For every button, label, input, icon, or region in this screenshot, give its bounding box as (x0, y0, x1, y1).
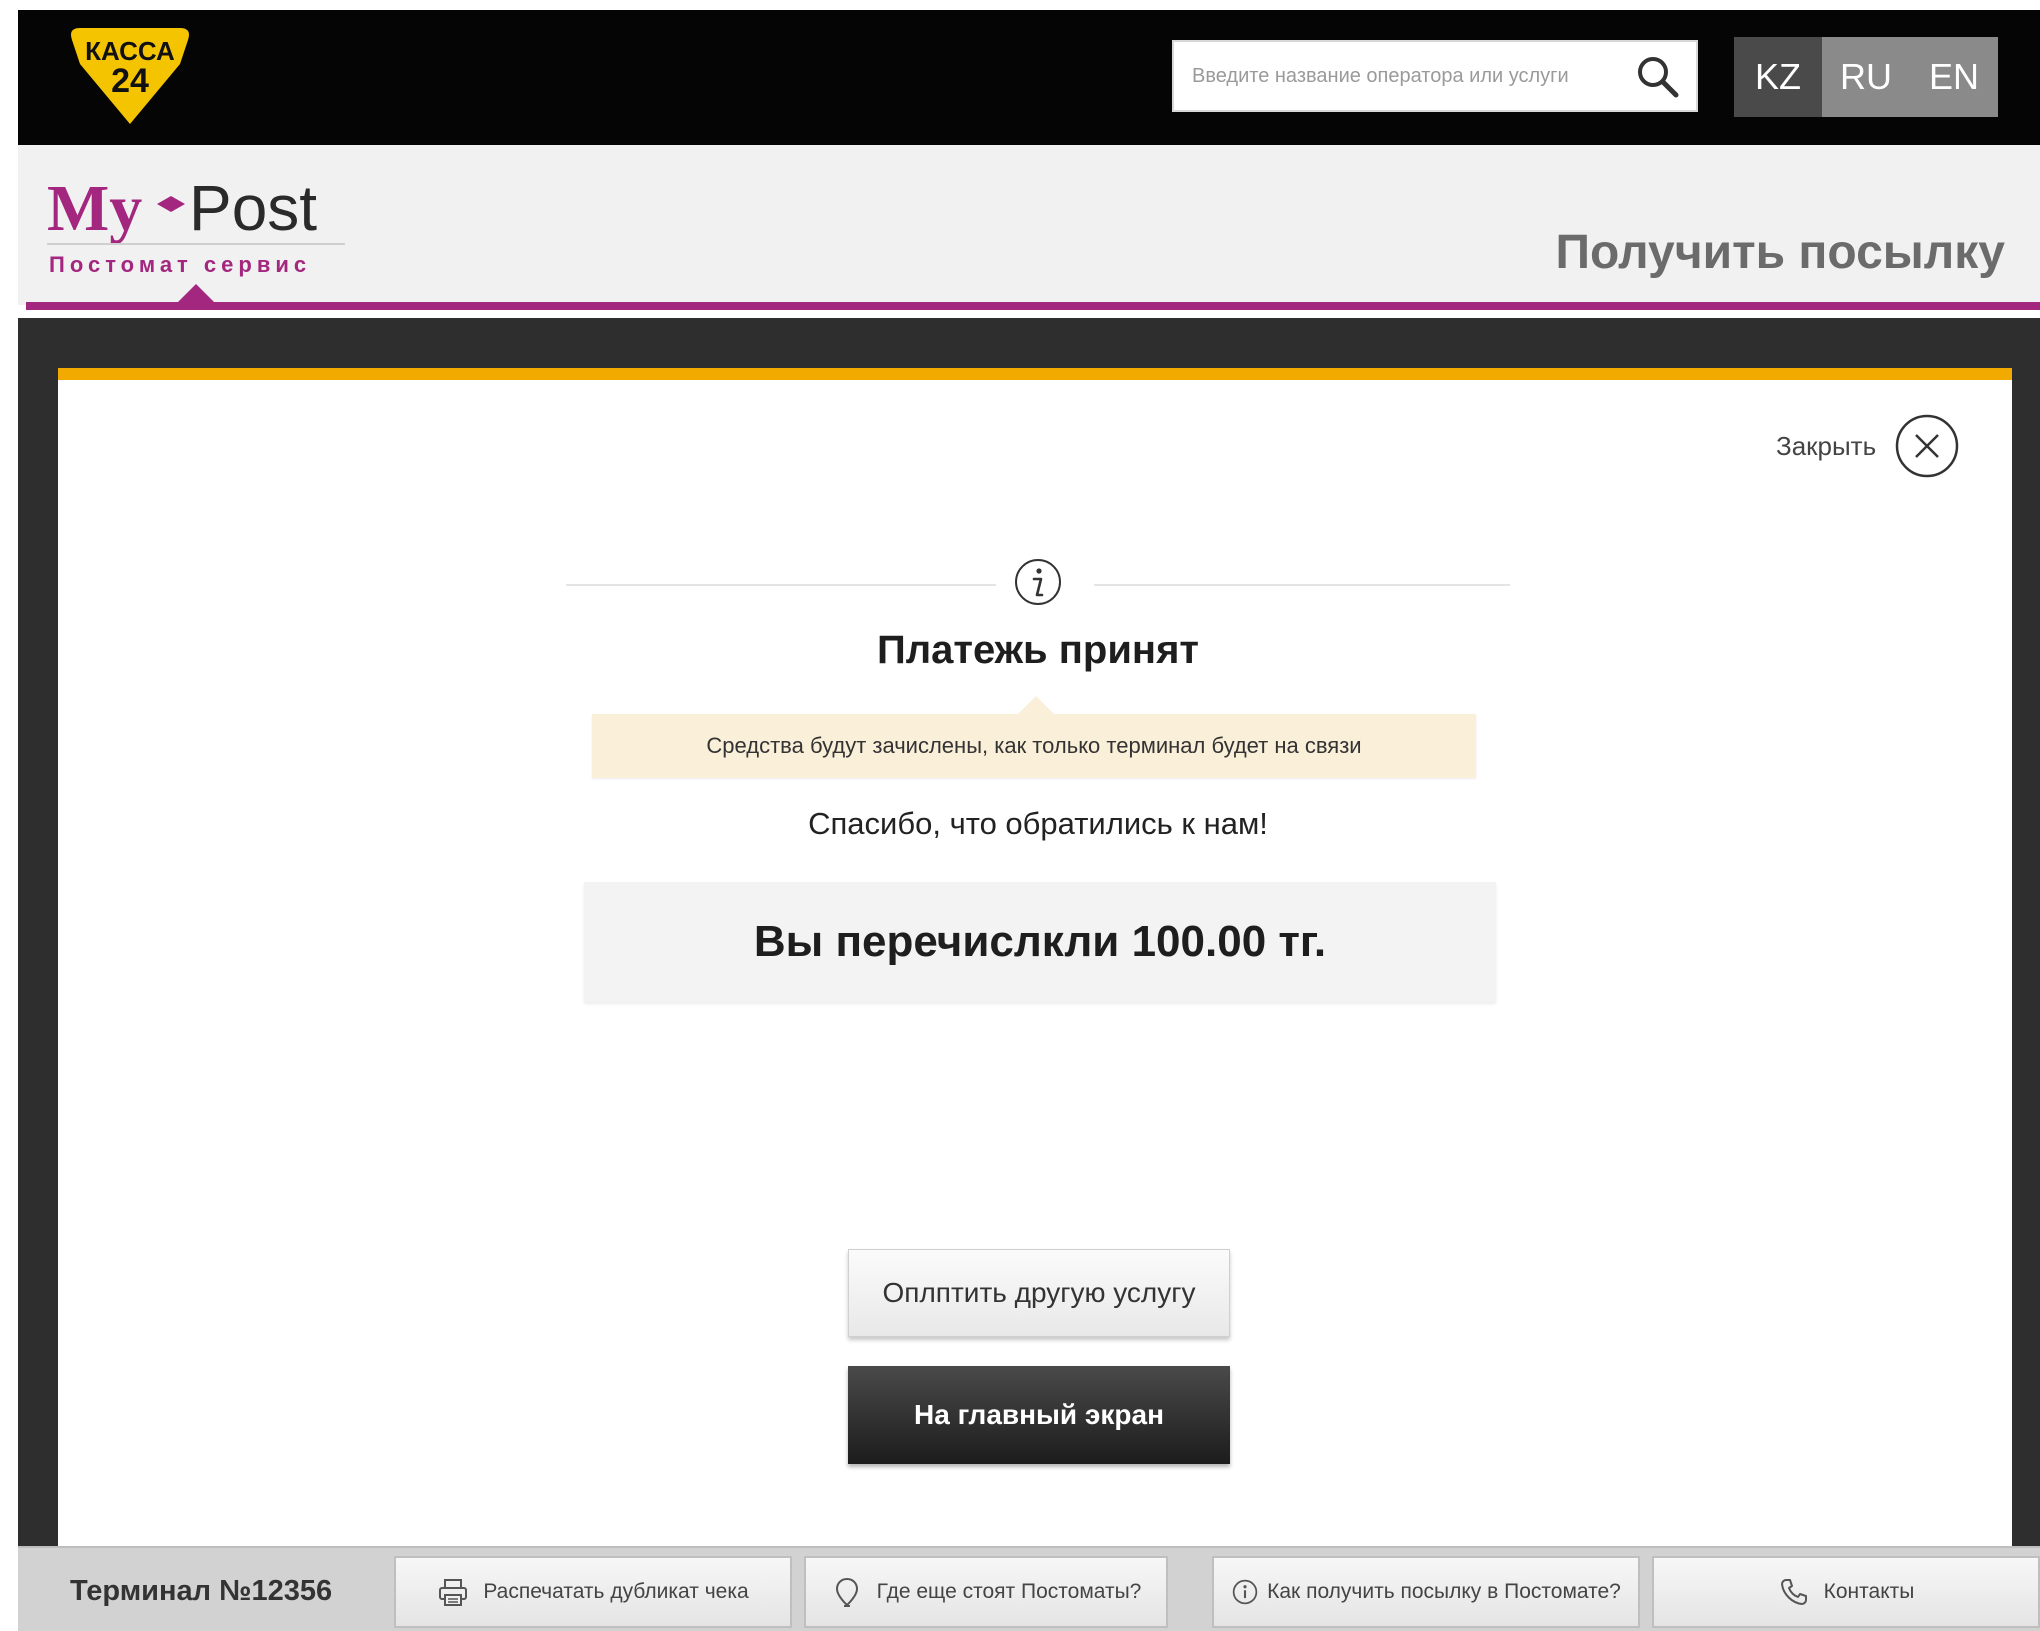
close-label: Закрыть (1776, 430, 1877, 461)
page-title: Получить посылку (1555, 226, 2005, 279)
thanks-message: Спасибо, что обратились к нам! (808, 806, 1268, 841)
search-box (1172, 40, 1698, 112)
brand-post: Post (189, 172, 317, 244)
header-notch (176, 284, 216, 304)
kassa-logo-line2: 24 (111, 62, 149, 100)
info-icon (1015, 559, 1061, 605)
postomat-locations-button[interactable]: Где еще стоят Постоматы? (804, 1556, 1168, 1628)
envelope-icon (157, 196, 185, 212)
print-receipt-label: Распечатать дубликат чека (483, 1580, 749, 1603)
terminal-number: Терминал №12356 (70, 1575, 333, 1607)
lang-kz-button[interactable]: KZ (1734, 37, 1822, 117)
mypost-logo[interactable]: My Post Постомат сервис (45, 160, 365, 300)
printer-icon (439, 1579, 468, 1606)
info-divider-left (566, 584, 996, 586)
info-divider-right (1094, 584, 1510, 586)
print-receipt-button[interactable]: Распечатать дубликат чека (394, 1556, 792, 1628)
lang-ru-button[interactable]: RU (1822, 37, 1910, 117)
location-pin-icon (835, 1577, 858, 1607)
how-to-receive-label: Как получить посылку в Постомате? (1267, 1580, 1621, 1603)
header-divider (26, 302, 2040, 310)
contacts-label: Контакты (1823, 1580, 1915, 1603)
info-icon (1232, 1579, 1258, 1605)
notice-pointer (1018, 696, 1054, 714)
brand-my: My (47, 172, 142, 245)
search-icon[interactable] (1632, 52, 1684, 100)
postomat-locations-label: Где еще стоят Постоматы? (876, 1580, 1142, 1603)
close-button[interactable]: Закрыть (1776, 413, 1960, 479)
kassa24-logo[interactable]: КАССА 24 (62, 20, 198, 132)
lang-en-button[interactable]: EN (1910, 37, 1998, 117)
search-input[interactable] (1192, 42, 1622, 110)
notice-message: Средства будут зачислены, как только тер… (592, 714, 1476, 778)
home-screen-button[interactable]: На главный экран (848, 1366, 1230, 1464)
dialog-heading: Платежь принят (876, 628, 1200, 672)
pay-other-service-button[interactable]: Оплптить другую услугу (848, 1249, 1230, 1337)
language-switcher: KZ RU EN (1734, 37, 1998, 117)
brand-subtitle: Постомат сервис (49, 252, 311, 277)
contacts-button[interactable]: Контакты (1652, 1556, 2040, 1628)
phone-icon (1780, 1579, 1807, 1605)
close-icon[interactable] (1894, 413, 1960, 479)
how-to-receive-button[interactable]: Как получить посылку в Постомате? (1212, 1556, 1640, 1628)
amount-summary: Вы перечислкли 100.00 тг. (584, 882, 1496, 1002)
